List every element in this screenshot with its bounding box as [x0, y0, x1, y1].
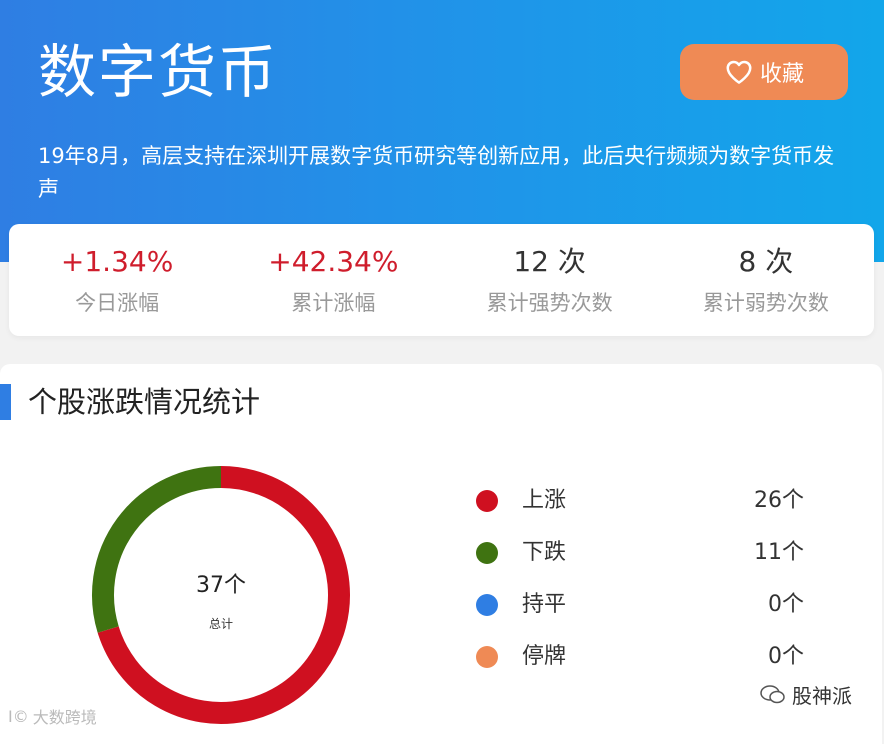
legend-item-flat: 持平 0个: [476, 586, 836, 638]
stat-label: 今日涨幅: [75, 291, 160, 315]
watermark-left-text: 大数跨境: [32, 708, 97, 727]
page-title: 数字货币: [38, 38, 279, 106]
stat-value: 12 次: [513, 245, 586, 278]
donut-chart: 37个 总计: [92, 466, 350, 724]
legend-label: 下跌: [522, 540, 567, 565]
legend-dot: [476, 490, 498, 512]
wechat-icon: [760, 684, 785, 703]
stat-cumulative-change: +42.34% 累计涨幅: [225, 224, 441, 336]
donut-segment-1: [92, 466, 222, 633]
stat-value: +1.34%: [60, 245, 174, 278]
header-banner: 数字货币 收藏 19年8月，高层支持在深圳开展数字货币研究等创新应用，此后央行频…: [0, 0, 884, 262]
legend-dot: [476, 646, 498, 668]
stat-label: 累计涨幅: [291, 291, 376, 315]
watermark-left: I© 大数跨境: [8, 704, 97, 728]
watermark-right-text: 股神派: [792, 684, 852, 708]
favorite-button[interactable]: 收藏: [680, 44, 848, 100]
stats-card: +1.34% 今日涨幅 +42.34% 累计涨幅 12 次 累计强势次数 8 次…: [9, 224, 874, 336]
legend-dot: [476, 594, 498, 616]
legend-item-down: 下跌 11个: [476, 534, 836, 586]
section-title: 个股涨跌情况统计: [28, 385, 261, 419]
watermark-right: 股神派: [760, 680, 852, 709]
donut-total-value: 37个: [196, 573, 246, 598]
topic-description: 19年8月，高层支持在深圳开展数字货币研究等创新应用，此后央行频频为数字货币发声: [38, 144, 835, 201]
chart-legend: 上涨 26个 下跌 11个 持平 0个 停牌 0个: [476, 482, 836, 690]
stat-strong-count: 12 次 累计强势次数: [442, 224, 658, 336]
legend-count: 11个: [754, 540, 804, 565]
legend-count: 26个: [754, 488, 804, 513]
legend-dot: [476, 542, 498, 564]
heart-icon: [726, 60, 752, 84]
stock-stats-panel: 个股涨跌情况统计 37个 总计 上涨 26个 下跌 11个 持平 0个 停牌 0…: [0, 364, 882, 744]
legend-count: 0个: [768, 592, 804, 617]
stat-label: 累计强势次数: [486, 291, 613, 315]
stat-today-change: +1.34% 今日涨幅: [9, 224, 225, 336]
legend-item-up: 上涨 26个: [476, 482, 836, 534]
donut-total-label: 总计: [209, 617, 233, 631]
legend-label: 持平: [522, 592, 567, 617]
favorite-label: 收藏: [759, 62, 804, 87]
stat-value: +42.34%: [268, 245, 399, 278]
legend-label: 上涨: [522, 488, 567, 513]
stat-weak-count: 8 次 累计弱势次数: [658, 224, 874, 336]
stat-label: 累计弱势次数: [702, 291, 829, 315]
legend-label: 停牌: [522, 644, 567, 669]
watermark-logo-icon: I©: [8, 706, 29, 726]
stat-value: 8 次: [738, 245, 794, 278]
legend-count: 0个: [768, 644, 804, 669]
section-accent-bar: [0, 384, 11, 420]
